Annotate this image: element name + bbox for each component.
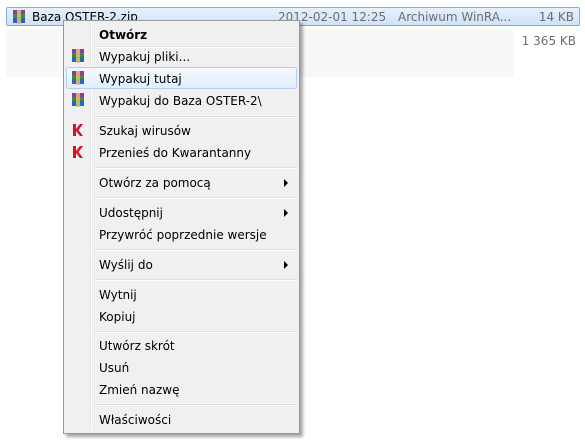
menu-item-extract-files[interactable]: Wypakuj pliki... <box>66 45 297 67</box>
menu-item-label: Otwórz <box>99 28 148 42</box>
menu-item-label: Wypakuj tutaj <box>99 72 182 86</box>
menu-item-open[interactable]: Otwórz <box>66 23 297 45</box>
submenu-arrow-icon <box>284 179 288 187</box>
menu-item-label: Otwórz za pomocą <box>99 176 211 190</box>
menu-item-restore-versions[interactable]: Przywróć poprzednie wersje <box>66 223 297 245</box>
menu-item-extract-here[interactable]: Wypakuj tutaj <box>66 67 297 89</box>
menu-item-label: Wyślij do <box>99 258 153 272</box>
menu-item-cut[interactable]: Wytnij <box>66 283 297 305</box>
menu-item-label: Właściwości <box>99 413 172 427</box>
menu-separator <box>95 404 297 406</box>
menu-item-label: Utwórz skrót <box>99 339 175 353</box>
winrar-icon <box>72 71 84 85</box>
menu-item-label: Udostępnij <box>99 206 163 220</box>
menu-item-label: Przywróć poprzednie wersje <box>99 228 267 242</box>
menu-item-rename[interactable]: Zmień nazwę <box>66 378 297 400</box>
menu-item-copy[interactable]: Kopiuj <box>66 305 297 327</box>
winrar-icon <box>72 93 84 107</box>
menu-separator <box>95 279 297 281</box>
winrar-icon <box>72 49 84 63</box>
menu-item-label: Wytnij <box>99 288 137 302</box>
menu-item-properties[interactable]: Właściwości <box>66 408 297 430</box>
kaspersky-icon <box>73 124 83 136</box>
menu-item-share[interactable]: Udostępnij <box>66 201 297 223</box>
menu-item-open-with[interactable]: Otwórz za pomocą <box>66 171 297 193</box>
menu-item-label: Przenieś do Kwarantanny <box>99 146 252 160</box>
menu-separator <box>95 116 297 118</box>
menu-item-label: Wypakuj do Baza OSTER-2\ <box>99 94 262 108</box>
menu-item-extract-to[interactable]: Wypakuj do Baza OSTER-2\ <box>66 89 297 111</box>
total-size: 1 365 KB <box>521 34 576 48</box>
menu-item-create-shortcut[interactable]: Utwórz skrót <box>66 334 297 356</box>
context-menu: Otwórz Wypakuj pliki... Wypakuj tutaj Wy… <box>63 20 300 434</box>
menu-item-label: Szukaj wirusów <box>99 124 191 138</box>
menu-separator <box>95 167 297 169</box>
menu-item-move-quarantine[interactable]: Przenieś do Kwarantanny <box>66 141 297 163</box>
menu-separator <box>95 197 297 199</box>
menu-item-scan-virus[interactable]: Szukaj wirusów <box>66 119 297 141</box>
menu-item-label: Wypakuj pliki... <box>99 50 191 64</box>
menu-separator <box>95 331 297 333</box>
menu-item-send-to[interactable]: Wyślij do <box>66 253 297 275</box>
menu-item-label: Kopiuj <box>99 310 136 324</box>
menu-separator <box>95 249 297 251</box>
menu-item-label: Zmień nazwę <box>99 383 180 397</box>
menu-item-delete[interactable]: Usuń <box>66 356 297 378</box>
file-size: 14 KB <box>538 10 574 24</box>
kaspersky-icon <box>73 146 83 158</box>
submenu-arrow-icon <box>284 209 288 217</box>
file-type: Archiwum WinRA... <box>398 10 512 24</box>
submenu-arrow-icon <box>284 261 288 269</box>
menu-item-label: Usuń <box>99 361 130 375</box>
winrar-archive-icon <box>13 10 25 24</box>
